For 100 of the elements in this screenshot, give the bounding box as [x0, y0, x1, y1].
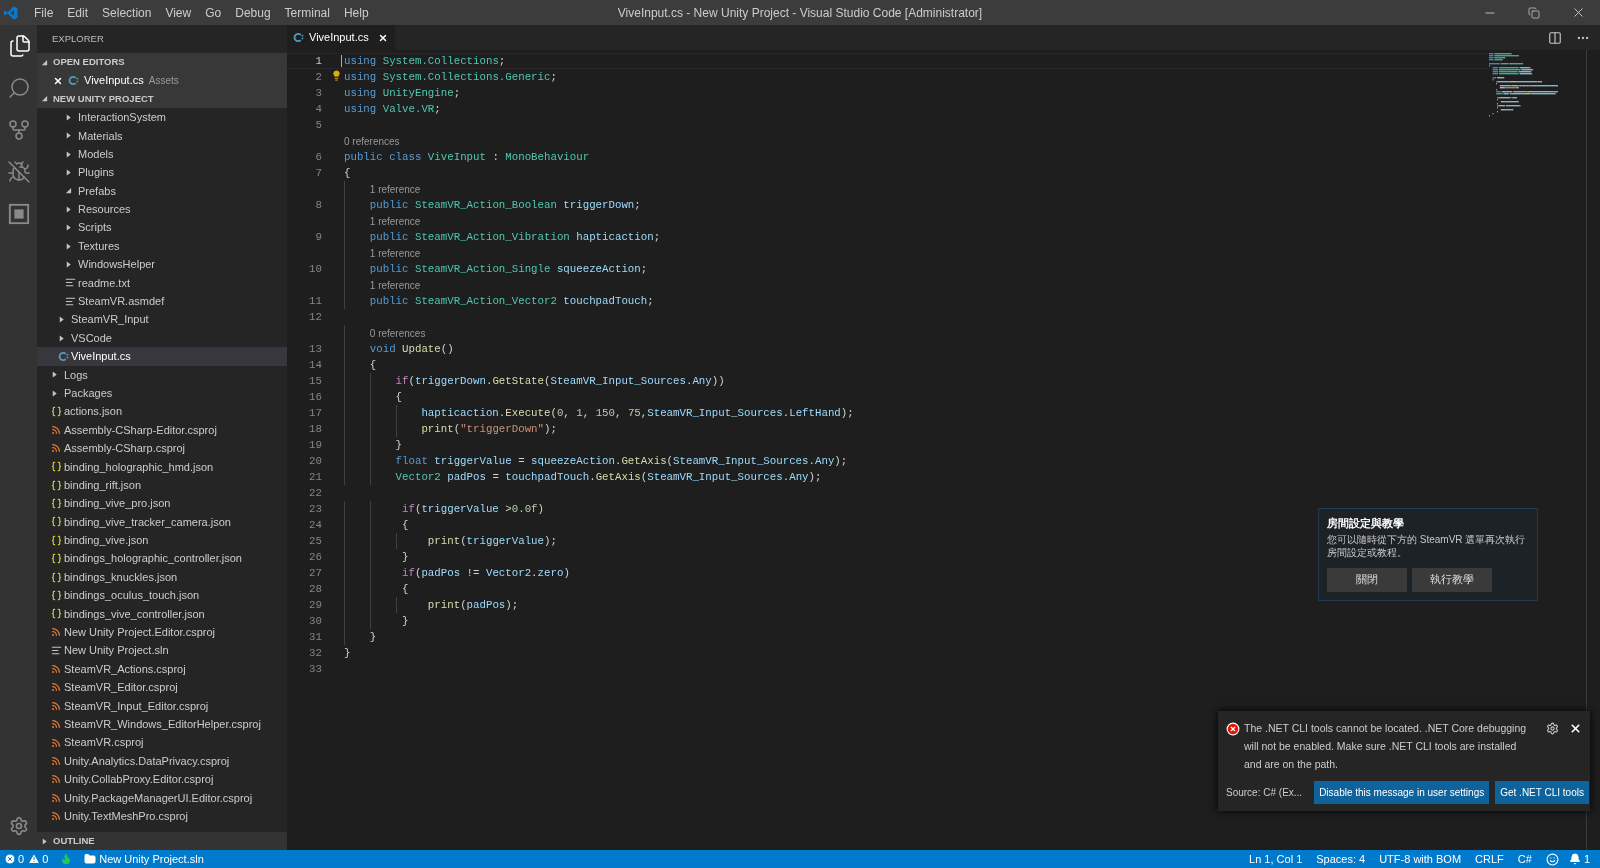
error-icon[interactable]	[4, 853, 16, 865]
notification-count[interactable]: 1	[1583, 850, 1590, 868]
codelens-text[interactable]: 1 reference	[369, 213, 421, 229]
notification-button[interactable]: Get .NET CLI tools	[1495, 781, 1589, 804]
warning-count[interactable]: 0	[42, 850, 49, 868]
solution-name[interactable]: New Unity Project.sln	[99, 850, 204, 868]
tree-item[interactable]: Unity.TextMeshPro.csproj	[37, 807, 287, 826]
tree-item[interactable]: Logs	[37, 365, 287, 385]
tree-item[interactable]: bindings_holographic_controller.json	[37, 549, 287, 568]
codelens-text[interactable]: 0 references	[369, 325, 426, 341]
tree-item[interactable]: Packages	[37, 384, 287, 403]
collapsed-icon	[65, 205, 72, 213]
lightbulb-icon[interactable]	[331, 70, 342, 81]
popup-button[interactable]: 執行教學	[1412, 568, 1492, 592]
tree-item[interactable]: binding_rift.json	[37, 476, 287, 495]
code-line: {	[402, 517, 409, 533]
menu-item[interactable]: File	[27, 3, 61, 22]
tree-item[interactable]: Resources	[37, 200, 287, 219]
line-number: 14	[309, 358, 322, 372]
tree-item[interactable]: SteamVR.csproj	[37, 733, 287, 752]
collapsed-icon	[58, 334, 65, 342]
tree-item[interactable]: New Unity Project.Editor.csproj	[37, 623, 287, 642]
close-icon[interactable]	[53, 75, 63, 86]
tree-item[interactable]: Textures	[37, 236, 287, 256]
menu-item[interactable]: Selection	[95, 3, 159, 22]
close-icon[interactable]	[377, 32, 388, 43]
tree-item[interactable]: VSCode	[37, 328, 287, 348]
menu-item[interactable]: Terminal	[277, 3, 337, 22]
tree-item[interactable]: bindings_knuckles.json	[37, 567, 287, 587]
error-count[interactable]: 0	[18, 850, 25, 868]
tree-item[interactable]: Assembly-CSharp.csproj	[37, 439, 287, 458]
line-number: 20	[309, 454, 322, 468]
tree-item[interactable]: bindings_oculus_touch.json	[37, 586, 287, 605]
tree-item[interactable]: SteamVR_Actions.csproj	[37, 659, 287, 679]
section-header[interactable]: OUTLINE	[37, 832, 287, 850]
line-number: 30	[309, 614, 322, 628]
settings-icon[interactable]	[8, 816, 29, 836]
indentation[interactable]: Spaces: 4	[1316, 850, 1366, 868]
folder-icon[interactable]	[84, 853, 97, 865]
collapsed-icon	[51, 371, 58, 379]
bell-icon[interactable]	[1568, 853, 1581, 865]
restore-icon[interactable]	[1528, 6, 1540, 19]
menu-item[interactable]: Help	[336, 3, 376, 22]
smiley-icon[interactable]	[1545, 852, 1559, 866]
tree-item[interactable]: ViveInput.cs	[37, 347, 287, 366]
menu-item[interactable]: View	[158, 3, 199, 22]
codelens-text[interactable]: 1 reference	[369, 245, 421, 261]
menu-item[interactable]: Edit	[60, 3, 96, 22]
line-ending[interactable]: CRLF	[1475, 850, 1504, 868]
tree-item[interactable]: SteamVR_Input	[37, 310, 287, 329]
tree-item[interactable]: binding_holographic_hmd.json	[37, 457, 287, 476]
tree-item[interactable]: bindings_vive_controller.json	[37, 604, 287, 624]
tree-item[interactable]: SteamVR.asmdef	[37, 292, 287, 311]
rss-icon	[51, 700, 61, 711]
tree-item[interactable]: Unity.CollabProxy.Editor.csproj	[37, 770, 287, 789]
tree-item[interactable]: Prefabs	[37, 181, 287, 201]
line-number: 31	[309, 630, 322, 644]
tree-item[interactable]: readme.txt	[37, 273, 287, 293]
section-header[interactable]: OPEN EDITORS	[37, 53, 287, 72]
settings-icon[interactable]	[1546, 722, 1559, 735]
editor-tab[interactable]: ViveInput.cs	[287, 25, 395, 50]
close-icon[interactable]	[1569, 722, 1582, 735]
tree-item[interactable]: Models	[37, 144, 287, 164]
tree-item[interactable]: Unity.PackageManagerUI.Editor.csproj	[37, 788, 287, 807]
tree-item[interactable]: Assembly-CSharp-Editor.csproj	[37, 420, 287, 440]
tree-item[interactable]: binding_vive_tracker_camera.json	[37, 512, 287, 532]
cursor-position[interactable]: Ln 1, Col 1	[1249, 850, 1303, 868]
notification-button[interactable]: Disable this message in user settings	[1314, 781, 1490, 804]
warning-icon[interactable]	[28, 853, 41, 865]
tree-item[interactable]: SteamVR_Input_Editor.csproj	[37, 696, 287, 716]
encoding[interactable]: UTF-8 with BOM	[1379, 850, 1462, 868]
tree-item[interactable]: WindowsHelper	[37, 255, 287, 274]
tree-item[interactable]: New Unity Project.sln	[37, 641, 287, 660]
tree-item[interactable]: InteractionSystem	[37, 108, 287, 127]
tree-item[interactable]: binding_vive.json	[37, 531, 287, 550]
collapsed-icon	[51, 389, 58, 397]
line-number: 15	[309, 374, 322, 388]
tree-item[interactable]: SteamVR_Editor.csproj	[37, 678, 287, 697]
open-editor-item[interactable]: ViveInput.cs Assets	[37, 71, 287, 90]
code-line: if(triggerValue >0.0f)	[402, 501, 544, 517]
menu-item[interactable]: Go	[198, 3, 229, 22]
tree-item[interactable]: SteamVR_Windows_EditorHelper.csproj	[37, 715, 287, 734]
codelens-text[interactable]: 1 reference	[369, 277, 421, 293]
codelens-text[interactable]: 0 references	[344, 133, 400, 149]
braces-icon	[51, 516, 62, 528]
tree-item[interactable]: Unity.Analytics.DataPrivacy.csproj	[37, 751, 287, 771]
tree-item[interactable]: binding_vive_pro.json	[37, 494, 287, 513]
popup-button[interactable]: 關閉	[1327, 568, 1407, 592]
line-number: 5	[315, 118, 322, 132]
tree-item[interactable]: Scripts	[37, 218, 287, 237]
tree-item[interactable]: Plugins	[37, 163, 287, 182]
codelens-text[interactable]: 1 reference	[369, 181, 421, 197]
split-editor-icon[interactable]	[1548, 30, 1562, 45]
line-number: 12	[309, 310, 322, 324]
tree-item[interactable]: Materials	[37, 126, 287, 145]
language-mode[interactable]: C#	[1517, 850, 1532, 868]
menu-item[interactable]: Debug	[228, 3, 278, 22]
rss-icon	[51, 443, 61, 454]
tree-item[interactable]: actions.json	[37, 402, 287, 421]
files-icon	[7, 34, 32, 58]
